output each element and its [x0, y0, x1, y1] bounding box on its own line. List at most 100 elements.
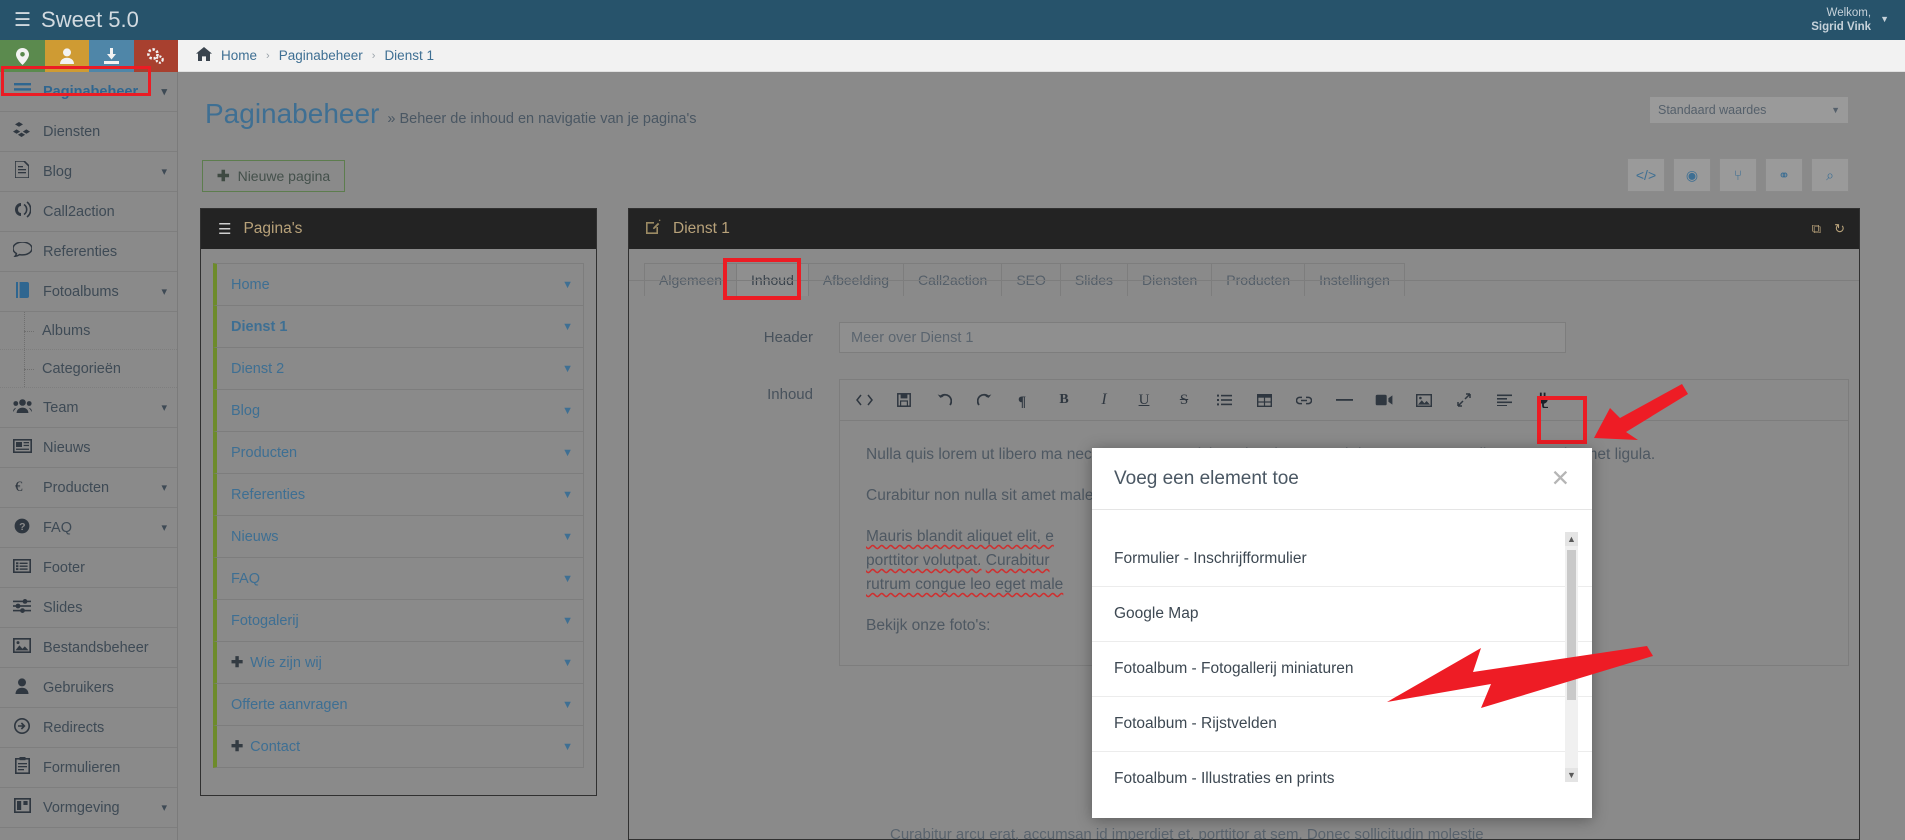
- source-code-icon[interactable]: [844, 381, 884, 420]
- sidebar-item-blog[interactable]: Blog ▾: [0, 152, 177, 192]
- fullscreen-icon[interactable]: [1444, 381, 1484, 420]
- modal-list-item[interactable]: Formulier - Inschrijfformulier: [1092, 532, 1592, 587]
- page-row[interactable]: Referenties ▼: [213, 473, 584, 516]
- page-row[interactable]: Blog ▼: [213, 389, 584, 432]
- sidebar-item-label: Team: [43, 399, 79, 416]
- preset-select[interactable]: Standaard waardes ▼: [1649, 96, 1849, 124]
- page-row[interactable]: FAQ ▼: [213, 557, 584, 600]
- undo-icon[interactable]: [924, 381, 964, 420]
- chevron-down-icon[interactable]: ▼: [562, 741, 573, 753]
- editor-link-1[interactable]: Mauris blandit aliquet elit, e: [866, 528, 1054, 545]
- page-row[interactable]: Nieuws ▼: [213, 515, 584, 558]
- chevron-down-icon[interactable]: ▼: [562, 615, 573, 627]
- sidebar-item-slides[interactable]: Slides: [0, 588, 177, 628]
- sidebar-item-paginabeheer[interactable]: Paginabeheer ▾: [0, 72, 177, 112]
- redo-icon[interactable]: [964, 381, 1004, 420]
- header-input[interactable]: Meer over Dienst 1: [839, 322, 1566, 353]
- chevron-down-icon: ▾: [161, 166, 167, 178]
- expand-icon[interactable]: ⧉: [1812, 221, 1821, 237]
- location-pin-icon[interactable]: [0, 40, 45, 72]
- scrollbar-thumb[interactable]: [1567, 550, 1576, 700]
- chevron-down-icon[interactable]: ▼: [562, 657, 573, 669]
- new-page-button[interactable]: ✚ Nieuwe pagina: [202, 160, 346, 192]
- triangle-down-icon[interactable]: ▼: [1565, 768, 1578, 782]
- chevron-down-icon[interactable]: ▼: [562, 321, 573, 333]
- sidebar-item-producten[interactable]: € Producten ▾: [0, 468, 177, 508]
- page-row[interactable]: Fotogalerij ▼: [213, 599, 584, 642]
- sitemap-icon[interactable]: ⚭: [1765, 158, 1803, 192]
- underline-icon[interactable]: U: [1124, 381, 1164, 420]
- download-icon[interactable]: [89, 40, 134, 72]
- close-icon[interactable]: ✕: [1551, 467, 1570, 490]
- chevron-down-icon[interactable]: ▼: [562, 279, 573, 291]
- sidebar-item-footer[interactable]: Footer: [0, 548, 177, 588]
- sidebar-item-faq[interactable]: ? FAQ ▾: [0, 508, 177, 548]
- page-row[interactable]: Dienst 2 ▼: [213, 347, 584, 390]
- chevron-down-icon[interactable]: ▼: [562, 531, 573, 543]
- plugin-plug-icon[interactable]: [1524, 381, 1564, 420]
- brand[interactable]: ☰ Sweet 5.0: [0, 7, 178, 33]
- modal-list-item[interactable]: Fotoalbum - Rijstvelden: [1092, 697, 1592, 752]
- sidebar-item-vormgeving[interactable]: Vormgeving ▾: [0, 788, 177, 828]
- sidebar-item-redirects[interactable]: Redirects: [0, 708, 177, 748]
- page-row-label: Home: [231, 276, 270, 293]
- sidebar-subitem-albums[interactable]: Albums: [0, 312, 177, 350]
- save-disk-icon[interactable]: [884, 381, 924, 420]
- user-menu[interactable]: Welkom, Sigrid Vink ▼: [1811, 6, 1905, 35]
- table-icon[interactable]: [1244, 381, 1284, 420]
- sidebar-item-formulieren[interactable]: Formulieren: [0, 748, 177, 788]
- refresh-icon[interactable]: ↻: [1834, 221, 1845, 237]
- strikethrough-icon[interactable]: S: [1164, 381, 1204, 420]
- sidebar-item-call2action[interactable]: Call2action: [0, 192, 177, 232]
- sidebar-item-diensten[interactable]: Diensten: [0, 112, 177, 152]
- editor-link-4[interactable]: rutrum congue leo eget male: [866, 576, 1063, 593]
- sidebar-item-nieuws[interactable]: Nieuws: [0, 428, 177, 468]
- bold-icon[interactable]: B: [1044, 381, 1084, 420]
- editor-link-2[interactable]: porttitor volutpat.: [866, 552, 981, 569]
- page-row-label: Dienst 1: [231, 318, 288, 335]
- settings-gears-icon[interactable]: [133, 40, 178, 72]
- align-left-icon[interactable]: [1484, 381, 1524, 420]
- italic-icon[interactable]: I: [1084, 381, 1124, 420]
- search-icon[interactable]: ⌕: [1811, 158, 1849, 192]
- modal-list-item[interactable]: Fotoalbum - Fotogallerij miniaturen: [1092, 642, 1592, 697]
- chevron-down-icon[interactable]: ▼: [562, 363, 573, 375]
- sidebar-subitem-categorie-n[interactable]: Categorieën: [0, 350, 177, 388]
- page-row-label: FAQ: [231, 570, 261, 587]
- chevron-down-icon[interactable]: ▼: [562, 447, 573, 459]
- source-code-icon[interactable]: </>: [1627, 158, 1665, 192]
- chevron-down-icon[interactable]: ▼: [562, 573, 573, 585]
- user-icon[interactable]: [44, 40, 89, 72]
- bullet-list-icon[interactable]: [1204, 381, 1244, 420]
- horizontal-rule-icon[interactable]: [1324, 381, 1364, 420]
- sidebar-item-bestandsbeheer[interactable]: Bestandsbeheer: [0, 628, 177, 668]
- chevron-down-icon[interactable]: ▼: [562, 405, 573, 417]
- sidebar-item-team[interactable]: Team ▾: [0, 388, 177, 428]
- image-icon[interactable]: [1404, 381, 1444, 420]
- page-row[interactable]: Offerte aanvragen ▼: [213, 683, 584, 726]
- editor-link-3[interactable]: Curabitur: [986, 552, 1050, 569]
- preview-eye-icon[interactable]: ◉: [1673, 158, 1711, 192]
- link-icon[interactable]: [1284, 381, 1324, 420]
- page-row[interactable]: Producten ▼: [213, 431, 584, 474]
- svg-text:?: ?: [19, 521, 25, 533]
- page-row[interactable]: ✚ Wie zijn wij ▼: [213, 641, 584, 684]
- modal-list-item[interactable]: Google Map: [1092, 587, 1592, 642]
- share-icon[interactable]: ⑂: [1719, 158, 1757, 192]
- paragraph-icon[interactable]: ¶: [1004, 381, 1044, 420]
- sidebar-item-referenties[interactable]: Referenties: [0, 232, 177, 272]
- breadcrumb-item-home[interactable]: Home: [221, 48, 257, 63]
- page-row[interactable]: Home ▼: [213, 263, 584, 306]
- page-row[interactable]: Dienst 1 ▼: [213, 305, 584, 348]
- breadcrumb-item-paginabeheer[interactable]: Paginabeheer: [279, 48, 363, 63]
- page-row[interactable]: ✚ Contact ▼: [213, 725, 584, 768]
- breadcrumb-item-dienst1[interactable]: Dienst 1: [384, 48, 434, 63]
- triangle-up-icon[interactable]: ▲: [1565, 532, 1578, 546]
- chevron-down-icon[interactable]: ▼: [562, 699, 573, 711]
- chevron-down-icon[interactable]: ▼: [562, 489, 573, 501]
- video-icon[interactable]: [1364, 381, 1404, 420]
- modal-list-item[interactable]: Fotoalbum - Illustraties en prints: [1092, 752, 1592, 800]
- sidebar-item-gebruikers[interactable]: Gebruikers: [0, 668, 177, 708]
- sidebar-item-fotoalbums[interactable]: Fotoalbums ▾: [0, 272, 177, 312]
- modal-scrollbar[interactable]: ▲ ▼: [1565, 532, 1578, 782]
